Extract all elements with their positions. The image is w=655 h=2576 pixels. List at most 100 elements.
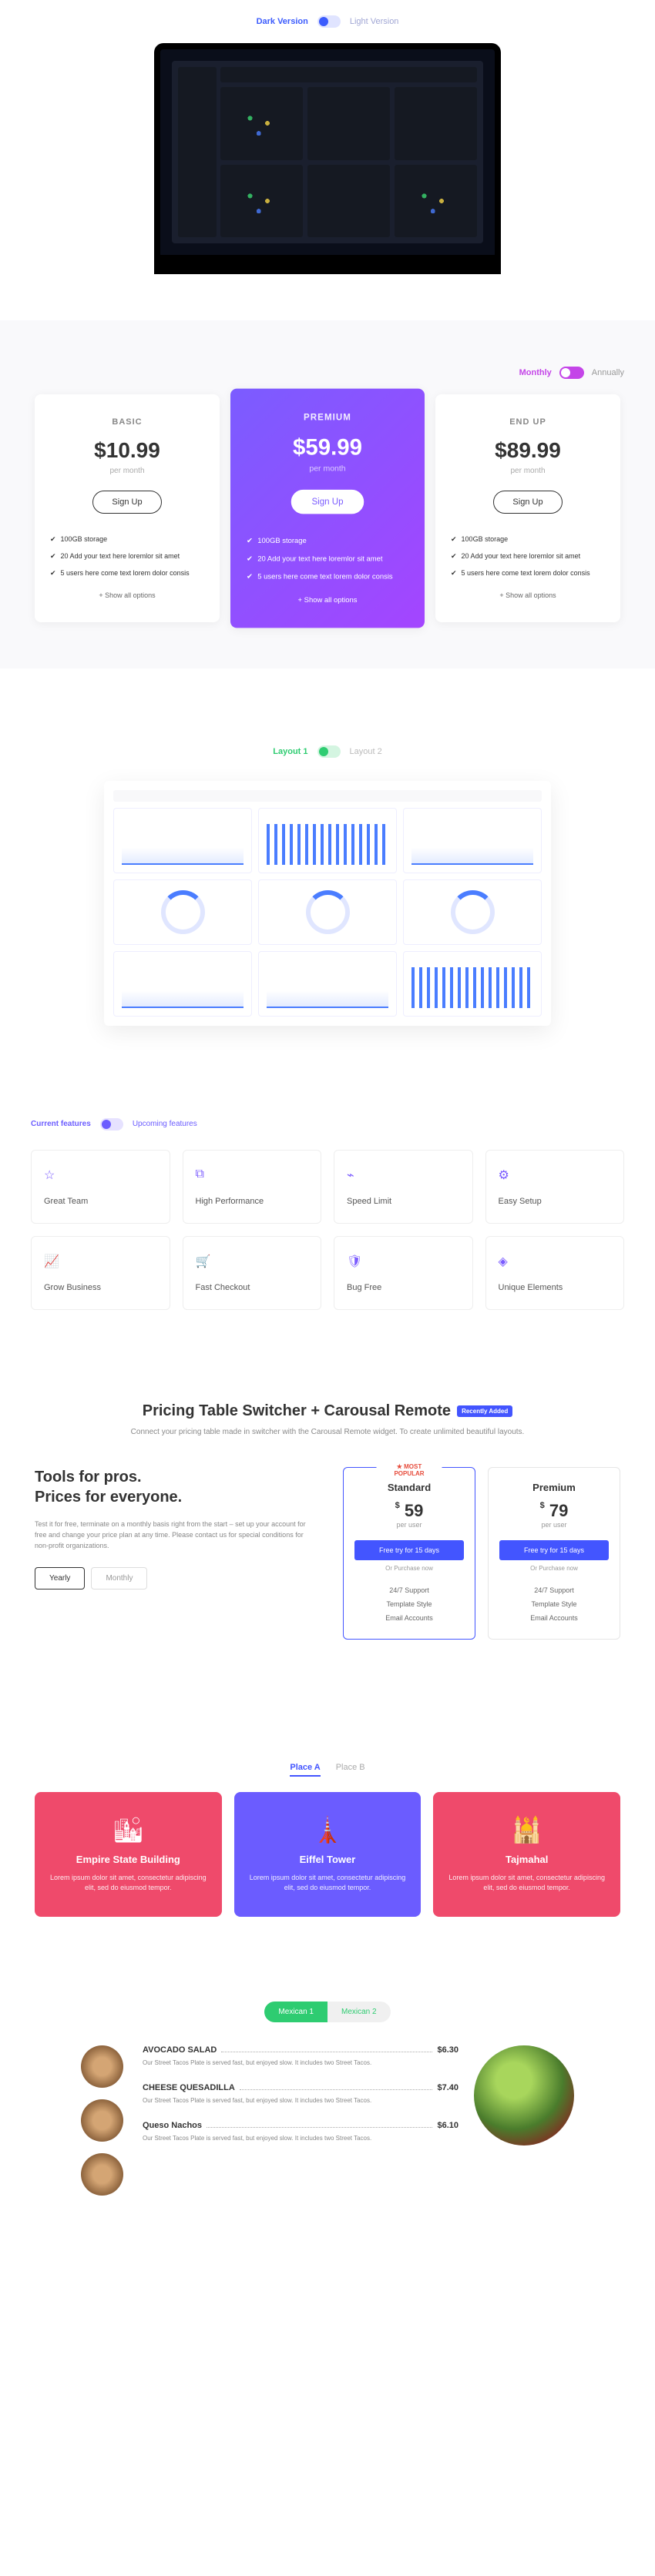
feature-card: 📈Grow Business: [31, 1236, 170, 1310]
purchase-link[interactable]: Or Purchase now: [499, 1565, 609, 1572]
place-icon: 🗼: [250, 1815, 406, 1844]
line-chart-2: [113, 951, 252, 1017]
plan-price: $10.99: [50, 438, 204, 463]
free-trial-button[interactable]: Free try for 15 days: [499, 1540, 609, 1560]
purchase-link[interactable]: Or Purchase now: [354, 1565, 464, 1572]
menu-tabs: Mexican 1 Mexican 2: [31, 2002, 624, 2022]
yearly-button[interactable]: Yearly: [35, 1567, 85, 1589]
pricing-card-basic: BASIC $10.99 per month Sign Up ✔100GB st…: [35, 394, 220, 622]
plan-period: per month: [451, 467, 605, 475]
feature-icon: 🛡: [347, 1254, 367, 1274]
signup-button[interactable]: Sign Up: [92, 491, 161, 514]
menu-item: CHEESE QUESADILLA $7.40 Our Street Tacos…: [143, 2083, 458, 2105]
place-description: Lorem ipsum dolor sit amet, consectetur …: [250, 1873, 406, 1894]
donut-chart-3: [403, 879, 542, 945]
feature-icon: ◈: [499, 1254, 519, 1274]
place-card[interactable]: 🕌 Tajmahal Lorem ipsum dolor sit amet, c…: [433, 1792, 620, 1917]
donut-chart: [113, 879, 252, 945]
feature-item: ✔5 users here come text lorem dolor cons…: [50, 567, 204, 579]
pricing-card-end up: END UP $89.99 per month Sign Up ✔100GB s…: [435, 394, 620, 622]
monthly-label[interactable]: Monthly: [519, 368, 552, 377]
theme-toggle-row: Dark Version Light Version: [0, 0, 655, 43]
menu-thumbnail: [81, 2153, 123, 2196]
upcoming-features-label[interactable]: Upcoming features: [133, 1120, 197, 1128]
check-icon: ✔: [451, 550, 457, 562]
menu-item-price: $6.30: [437, 2045, 458, 2055]
tab-place-a[interactable]: Place A: [290, 1763, 320, 1777]
dark-version-label[interactable]: Dark Version: [257, 17, 308, 26]
dashboard-header: [220, 67, 477, 82]
feature-title: Unique Elements: [499, 1283, 612, 1292]
features-toggle-row: Current features Upcoming features: [31, 1118, 624, 1131]
switcher-subtitle: Connect your pricing table made in switc…: [31, 1428, 624, 1436]
feature-card: 🛡 Bug Free: [334, 1236, 473, 1310]
signup-button[interactable]: Sign Up: [291, 490, 364, 514]
layout-toggle-switch[interactable]: [317, 745, 341, 758]
light-version-label[interactable]: Light Version: [350, 17, 399, 26]
feature-icon: ⌁: [347, 1167, 367, 1188]
menu-thumbnail: [81, 2045, 123, 2088]
menu-thumbnail: [81, 2099, 123, 2142]
plan-period: per month: [247, 464, 408, 474]
features-toggle-switch[interactable]: [100, 1118, 123, 1131]
laptop-mockup: [0, 43, 655, 320]
feature-item: ✔20 Add your text here loremlor sit amet: [451, 550, 605, 562]
signup-button[interactable]: Sign Up: [493, 491, 562, 514]
menu-item-name: CHEESE QUESADILLA: [143, 2083, 235, 2092]
layout-toggle-row: Layout 1 Layout 2: [31, 715, 624, 781]
chart-widget: [307, 165, 390, 238]
menu-item-price: $6.10: [437, 2121, 458, 2130]
monthly-button[interactable]: Monthly: [91, 1567, 147, 1589]
plan-name: Standard: [354, 1482, 464, 1493]
plan-name: BASIC: [50, 417, 204, 427]
free-trial-button[interactable]: Free try for 15 days: [354, 1540, 464, 1560]
feature-title: Fast Checkout: [196, 1283, 309, 1292]
plan-feature: Email Accounts: [354, 1611, 464, 1625]
tab-mexican-1[interactable]: Mexican 1: [264, 2002, 328, 2022]
plan-card-standard: ★ MOST POPULAR Standard $ 59 per user Fr…: [343, 1467, 475, 1640]
show-all-link[interactable]: + Show all options: [247, 595, 408, 604]
check-icon: ✔: [50, 550, 56, 562]
plan-per: per user: [354, 1521, 464, 1529]
place-card[interactable]: 🏙 Empire State Building Lorem ipsum dolo…: [35, 1792, 222, 1917]
map-widget-3: [395, 165, 477, 238]
billing-toggle-switch[interactable]: [559, 367, 584, 379]
places-section: Place A Place B 🏙 Empire State Building …: [0, 1686, 655, 1963]
map-widget-2: [220, 165, 303, 238]
feature-title: Grow Business: [44, 1283, 157, 1292]
check-icon: ✔: [247, 552, 253, 565]
check-icon: ✔: [247, 534, 253, 548]
tab-mexican-2[interactable]: Mexican 2: [328, 2002, 391, 2022]
feature-card: 🛒Fast Checkout: [183, 1236, 322, 1310]
line-chart: [113, 808, 252, 873]
plan-name: END UP: [451, 417, 605, 427]
annually-label[interactable]: Annually: [592, 368, 624, 377]
show-all-link[interactable]: + Show all options: [50, 591, 204, 599]
dashboard-sidebar: [178, 67, 217, 237]
feature-item: ✔5 users here come text lorem dolor cons…: [451, 567, 605, 579]
plan-feature: Template Style: [354, 1597, 464, 1611]
plan-feature: Email Accounts: [499, 1611, 609, 1625]
info-widget: [395, 87, 477, 160]
plan-card-premium: Premium $ 79 per user Free try for 15 da…: [488, 1467, 620, 1640]
place-card[interactable]: 🗼 Eiffel Tower Lorem ipsum dolor sit ame…: [234, 1792, 422, 1917]
feature-card: ⌁Speed Limit: [334, 1150, 473, 1224]
theme-toggle-switch[interactable]: [317, 15, 341, 28]
current-features-label[interactable]: Current features: [31, 1120, 91, 1128]
place-icon: 🏙: [50, 1815, 207, 1844]
layout2-label[interactable]: Layout 2: [350, 747, 382, 756]
plan-price: $ 59: [354, 1501, 464, 1521]
layout1-label[interactable]: Layout 1: [273, 747, 307, 756]
menu-item: AVOCADO SALAD $6.30 Our Street Tacos Pla…: [143, 2045, 458, 2068]
show-all-link[interactable]: + Show all options: [451, 591, 605, 599]
plan-name: PREMIUM: [247, 413, 408, 423]
feature-title: Bug Free: [347, 1283, 460, 1292]
feature-card: ☆Great Team: [31, 1150, 170, 1224]
switcher-title: Pricing Table Switcher + Carousal Remote…: [143, 1402, 512, 1420]
period-buttons: Yearly Monthly: [35, 1567, 312, 1589]
feature-title: Great Team: [44, 1197, 157, 1206]
place-name: Empire State Building: [50, 1854, 207, 1865]
feature-icon: ⧉: [196, 1167, 216, 1188]
place-description: Lorem ipsum dolor sit amet, consectetur …: [50, 1873, 207, 1894]
tab-place-b[interactable]: Place B: [336, 1763, 365, 1777]
